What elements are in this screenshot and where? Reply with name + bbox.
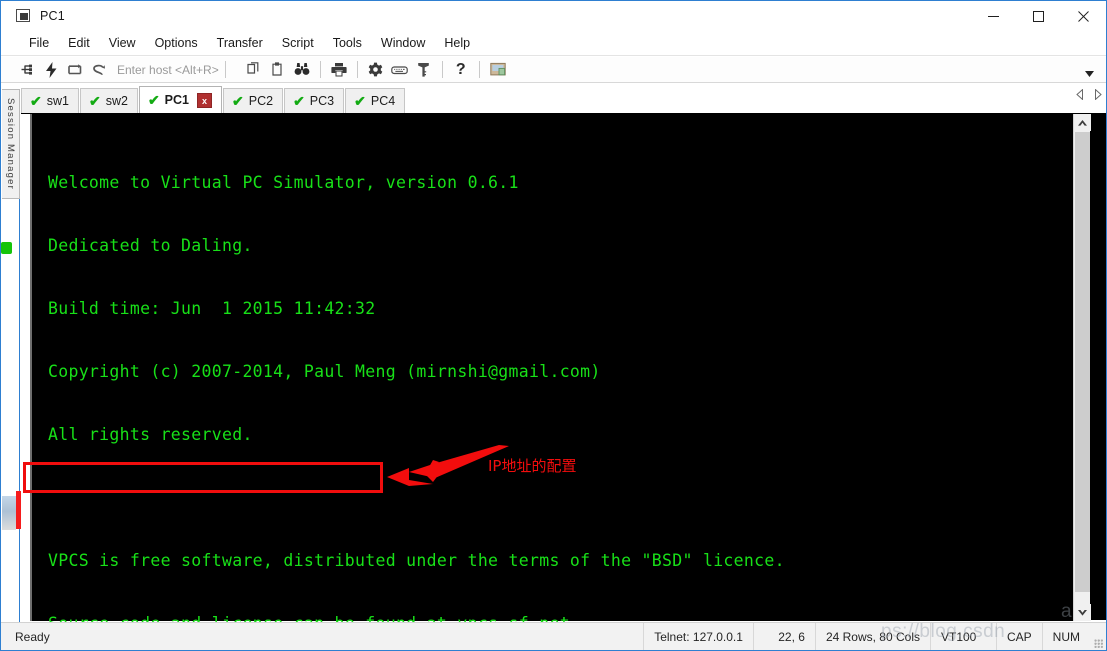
- session-manager-panel-strip: [2, 199, 20, 624]
- toolbar-separator-1: [224, 61, 226, 78]
- menu-transfer[interactable]: Transfer: [209, 34, 271, 52]
- tab-pc1[interactable]: ✔ PC1 x: [138, 86, 222, 113]
- quick-connect-icon[interactable]: [39, 58, 63, 82]
- status-connection: Telnet: 127.0.0.1: [643, 622, 753, 650]
- minimize-button[interactable]: [971, 1, 1016, 31]
- host-input[interactable]: Enter host <Alt+R>: [117, 63, 219, 77]
- paste-icon[interactable]: [266, 58, 290, 82]
- menu-edit[interactable]: Edit: [60, 34, 98, 52]
- status-bar: Ready Telnet: 127.0.0.1 22, 6 24 Rows, 8…: [1, 622, 1106, 650]
- menu-help[interactable]: Help: [436, 34, 478, 52]
- status-dimensions: 24 Rows, 80 Cols: [814, 622, 930, 650]
- tab-label: PC3: [309, 94, 335, 108]
- find-binoculars-icon[interactable]: [290, 58, 314, 82]
- status-caps-lock: CAP: [995, 622, 1042, 650]
- menu-bar: File Edit View Options Transfer Script T…: [1, 31, 1106, 56]
- resize-grip-icon[interactable]: [1090, 623, 1106, 651]
- green-check-icon: ✔: [88, 93, 101, 109]
- print-icon[interactable]: [327, 58, 351, 82]
- log-session-icon[interactable]: [486, 58, 510, 82]
- tab-sw1[interactable]: ✔ sw1: [21, 88, 79, 113]
- menu-options[interactable]: Options: [147, 34, 206, 52]
- tab-navigation: [1076, 88, 1102, 102]
- terminal-line: Dedicated to Daling.: [48, 236, 253, 255]
- annotation-label: IP地址的配置: [488, 457, 577, 475]
- green-connected-dot-icon: [1, 242, 12, 254]
- maximize-button[interactable]: [1016, 1, 1061, 31]
- tab-label: sw2: [105, 94, 128, 108]
- tab-label: sw1: [46, 94, 69, 108]
- terminal-vertical-scrollbar[interactable]: [1073, 114, 1091, 621]
- tab-pc4[interactable]: ✔ PC4: [345, 88, 406, 113]
- computer-icon: [16, 8, 32, 24]
- terminal-line: Build time: Jun 1 2015 11:42:32: [48, 299, 376, 318]
- green-check-icon: ✔: [30, 93, 42, 109]
- title-bar: PC1: [1, 1, 1106, 31]
- session-manager-tab[interactable]: Session Manager: [2, 89, 20, 199]
- menu-view[interactable]: View: [101, 34, 144, 52]
- terminal-line: All rights reserved.: [48, 425, 253, 444]
- green-check-icon: ✔: [147, 92, 160, 108]
- tab-label: PC1: [164, 93, 189, 107]
- terminal-line: Copyright (c) 2007-2014, Paul Meng (mirn…: [48, 362, 601, 381]
- tab-label: PC2: [248, 94, 274, 108]
- scrollbar-thumb[interactable]: [1075, 132, 1090, 592]
- status-num-lock: NUM: [1041, 622, 1090, 650]
- tab-close-icon[interactable]: x: [197, 92, 212, 108]
- toolbar-overflow-chevron-down-icon[interactable]: [1078, 58, 1100, 82]
- connect-local-shell-icon[interactable]: [15, 58, 39, 82]
- chevron-right-icon[interactable]: [1094, 88, 1102, 102]
- menu-tools[interactable]: Tools: [325, 34, 370, 52]
- toolbar-separator-5: [478, 61, 480, 78]
- status-ready: Ready: [15, 629, 50, 644]
- disconnect-icon[interactable]: [87, 58, 111, 82]
- window-title: PC1: [40, 9, 65, 23]
- scroll-down-arrow-icon[interactable]: [1074, 604, 1091, 621]
- copy-icon[interactable]: [242, 58, 266, 82]
- window-controls: [971, 1, 1106, 31]
- terminal-line: VPCS is free software, distributed under…: [48, 551, 785, 570]
- status-cursor-position: 22, 6: [752, 622, 815, 650]
- session-tab-bar: ✔ sw1 ✔ sw2 ✔ PC1 x ✔ PC2 ✔ PC3 ✔ PC4: [21, 86, 1106, 113]
- menu-file[interactable]: File: [21, 34, 57, 52]
- menu-script[interactable]: Script: [274, 34, 322, 52]
- green-check-icon: ✔: [293, 93, 305, 109]
- toolbar-separator-3: [356, 61, 358, 78]
- green-check-icon: ✔: [354, 93, 366, 109]
- terminal-application-window: PC1 File Edit View Options Transfer Scri…: [0, 0, 1107, 651]
- reconnect-icon[interactable]: [63, 58, 87, 82]
- tab-sw2[interactable]: ✔ sw2: [79, 88, 138, 113]
- toolbar: Enter host <Alt+R> ?: [1, 57, 1106, 83]
- session-manager-label: Session Manager: [5, 98, 16, 190]
- session-manager-artifact: [2, 496, 16, 530]
- toolbar-separator-2: [319, 61, 321, 78]
- chevron-left-icon[interactable]: [1076, 88, 1084, 102]
- help-question-icon[interactable]: ?: [449, 58, 473, 82]
- terminal-line: Welcome to Virtual PC Simulator, version…: [48, 173, 519, 192]
- tab-label: PC4: [370, 94, 396, 108]
- tab-pc3[interactable]: ✔ PC3: [284, 88, 345, 113]
- scroll-up-arrow-icon[interactable]: [1074, 114, 1091, 131]
- toolbar-separator-4: [441, 61, 443, 78]
- tab-pc2[interactable]: ✔ PC2: [223, 88, 284, 113]
- terminal-area[interactable]: Welcome to Virtual PC Simulator, version…: [21, 113, 1106, 633]
- key-icon[interactable]: [412, 58, 436, 82]
- menu-window[interactable]: Window: [373, 34, 433, 52]
- status-emulation: VT100: [929, 622, 996, 650]
- terminal-left-bevel: [21, 114, 30, 621]
- close-button[interactable]: [1061, 1, 1106, 31]
- terminal-screen[interactable]: Welcome to Virtual PC Simulator, version…: [30, 114, 1091, 633]
- session-options-gear-icon[interactable]: [364, 58, 388, 82]
- keyboard-icon[interactable]: [388, 58, 412, 82]
- terminal-output: Welcome to Virtual PC Simulator, version…: [48, 130, 1058, 650]
- green-check-icon: ✔: [232, 93, 244, 109]
